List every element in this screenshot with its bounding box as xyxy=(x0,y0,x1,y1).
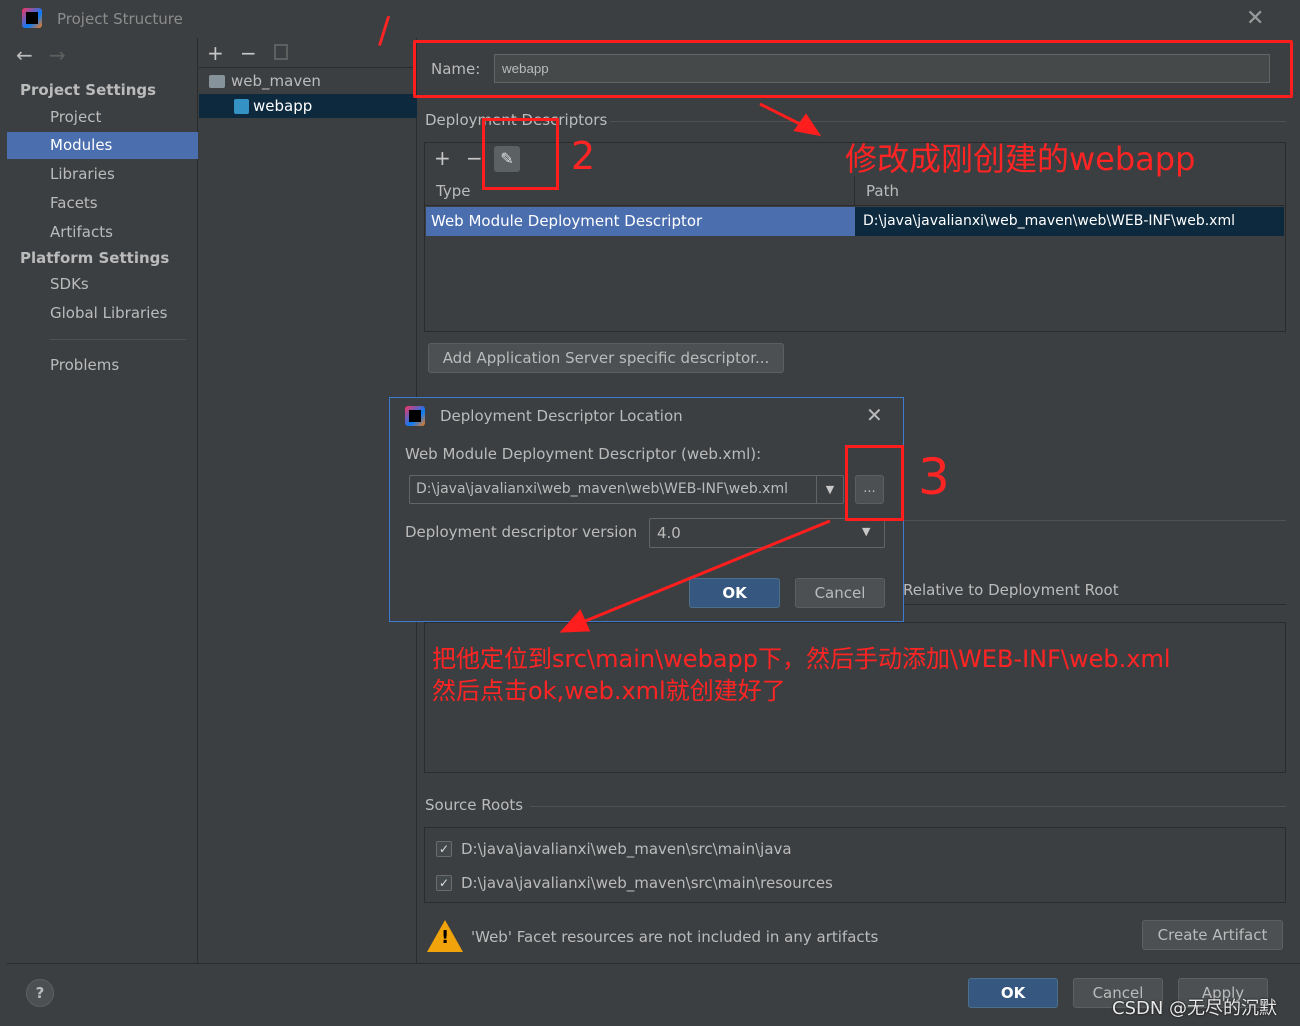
csdn-watermark: CSDN @无尽的沉默 xyxy=(1112,998,1278,1019)
annotation-arrowhead-locate xyxy=(559,609,591,633)
annotation-arrows xyxy=(559,102,831,633)
annotation-arrow-locate xyxy=(577,519,831,626)
annotation-arrowhead-rename xyxy=(793,113,822,137)
